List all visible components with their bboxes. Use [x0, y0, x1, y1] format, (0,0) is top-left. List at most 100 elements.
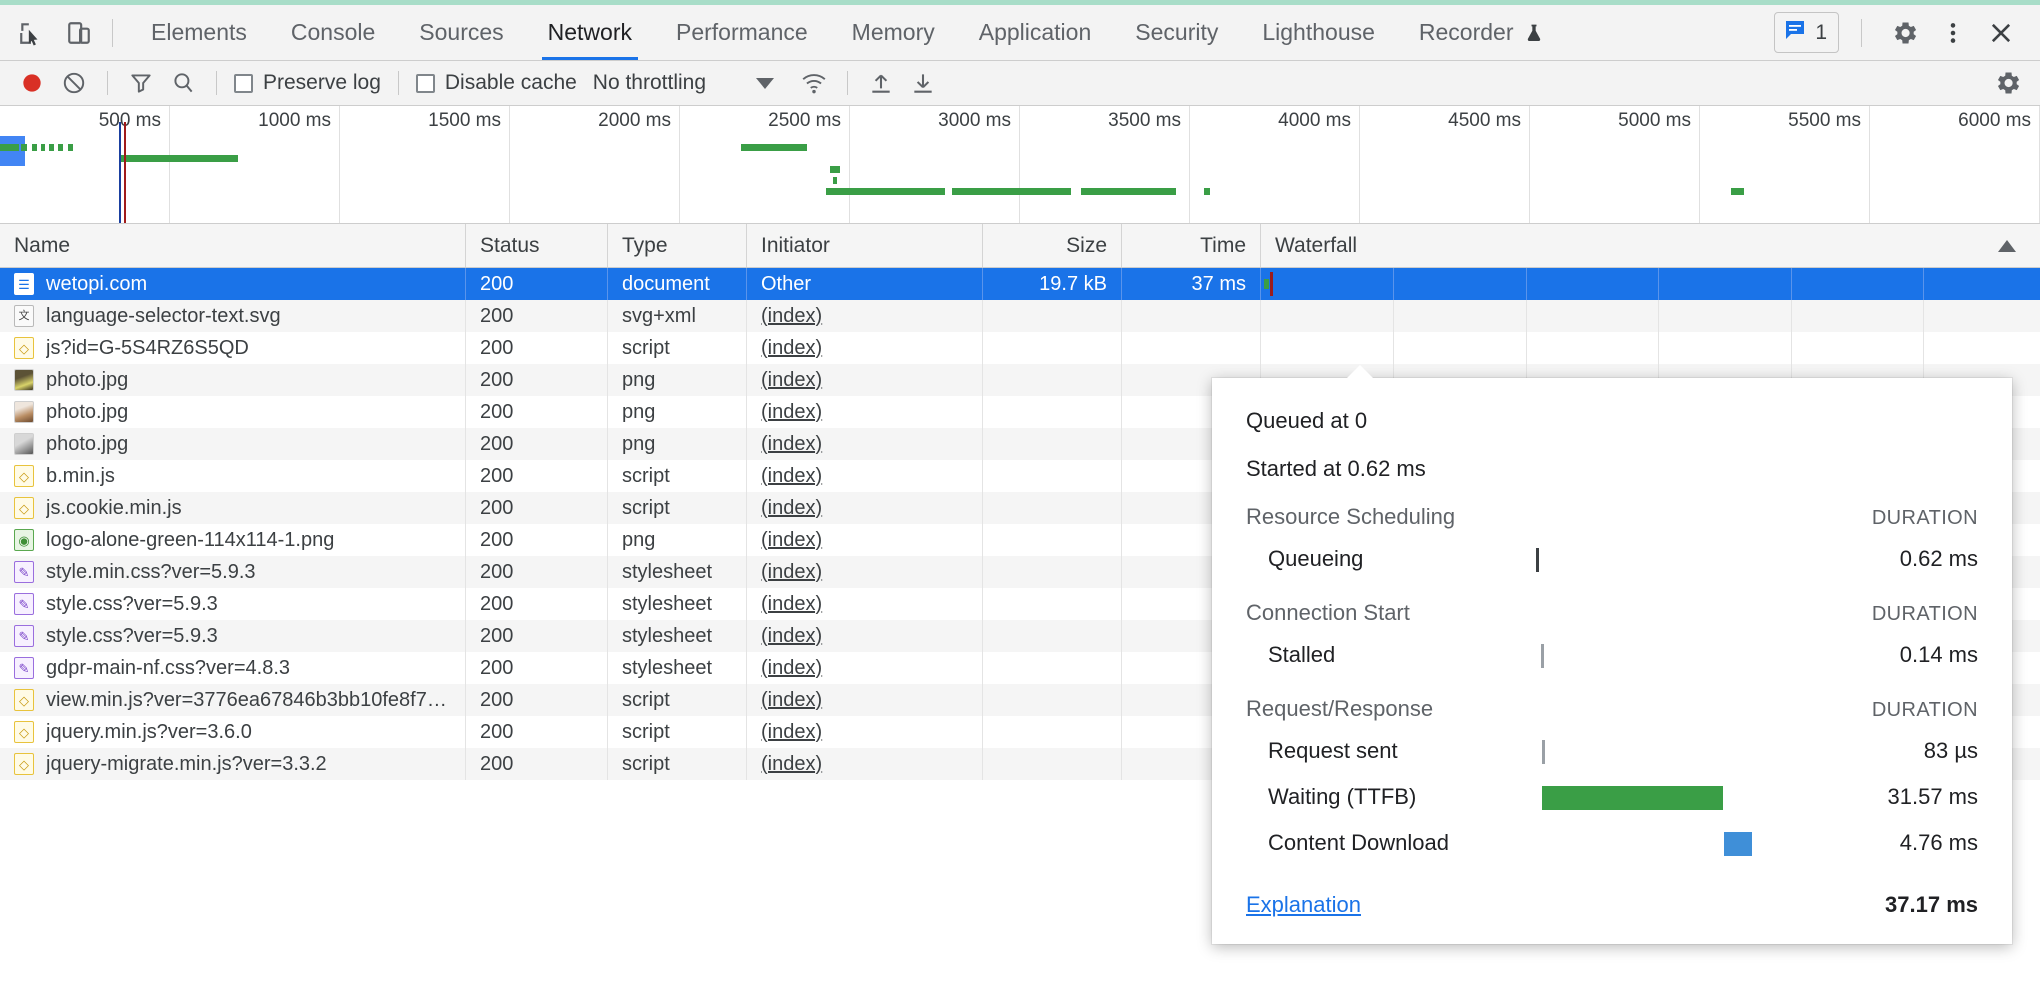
- tab-application[interactable]: Application: [957, 5, 1114, 60]
- network-overview-timeline[interactable]: 500 ms1000 ms1500 ms2000 ms2500 ms3000 m…: [0, 106, 2040, 224]
- cell-initiator[interactable]: (index): [747, 300, 983, 332]
- network-settings-gear-icon[interactable]: [1988, 65, 2028, 101]
- disable-cache-label: Disable cache: [445, 71, 577, 95]
- cell-initiator[interactable]: (index): [747, 748, 983, 780]
- cell-initiator[interactable]: (index): [747, 716, 983, 748]
- cell-initiator[interactable]: Other: [747, 268, 983, 300]
- column-header-name[interactable]: Name: [0, 224, 466, 267]
- network-toolbar-right: [1988, 65, 2028, 101]
- tabbar-divider: [1861, 19, 1862, 47]
- cell-initiator[interactable]: (index): [747, 332, 983, 364]
- cell-initiator-value: (index): [761, 497, 822, 520]
- messages-badge[interactable]: 1: [1774, 12, 1839, 53]
- toolbar-divider: [112, 19, 113, 47]
- column-header-size[interactable]: Size: [983, 224, 1122, 267]
- column-header-type[interactable]: Type: [608, 224, 747, 267]
- tab-security[interactable]: Security: [1113, 5, 1240, 60]
- cell-initiator[interactable]: (index): [747, 588, 983, 620]
- export-har-icon[interactable]: [903, 65, 943, 101]
- timing-phase-duration: 83 µs: [1828, 738, 1978, 764]
- waterfall-gridline: [1923, 300, 1924, 332]
- inspect-cursor-icon[interactable]: [14, 16, 48, 50]
- explanation-link[interactable]: Explanation: [1246, 892, 1361, 918]
- toolbar-divider: [847, 71, 848, 95]
- cell-time: 37 ms: [1122, 268, 1261, 300]
- column-header-initiator[interactable]: Initiator: [747, 224, 983, 267]
- timing-group: Resource SchedulingDURATIONQueueing0.62 …: [1246, 504, 1978, 582]
- table-row[interactable]: ◇js?id=G-5S4RZ6S5QD200script(index): [0, 332, 2040, 364]
- cell-type-value: stylesheet: [622, 625, 712, 648]
- tab-sources[interactable]: Sources: [397, 5, 525, 60]
- table-row[interactable]: ☰wetopi.com200documentOther19.7 kB37 ms: [0, 268, 2040, 300]
- network-conditions-icon[interactable]: [794, 65, 834, 101]
- cell-status: 200: [466, 428, 608, 460]
- device-toolbar-icon[interactable]: [62, 16, 96, 50]
- message-icon: [1783, 18, 1807, 47]
- cell-status-value: 200: [480, 625, 513, 648]
- tab-memory[interactable]: Memory: [830, 5, 957, 60]
- tab-elements[interactable]: Elements: [129, 5, 269, 60]
- cell-initiator[interactable]: (index): [747, 556, 983, 588]
- cell-initiator[interactable]: (index): [747, 460, 983, 492]
- column-header-status[interactable]: Status: [466, 224, 608, 267]
- cell-initiator[interactable]: (index): [747, 396, 983, 428]
- waterfall-gridline: [1658, 268, 1659, 300]
- cell-size: [983, 716, 1122, 748]
- tab-label: Sources: [419, 19, 503, 46]
- cell-initiator[interactable]: (index): [747, 492, 983, 524]
- throttling-dropdown[interactable]: No throttling: [593, 71, 774, 95]
- tab-lighthouse[interactable]: Lighthouse: [1240, 5, 1397, 60]
- search-icon[interactable]: [163, 65, 203, 101]
- tab-network[interactable]: Network: [526, 5, 654, 60]
- timing-bar-track: [1536, 641, 1828, 669]
- chevron-down-icon: [756, 78, 774, 89]
- duration-column-header: DURATION: [1872, 699, 1978, 722]
- cell-initiator[interactable]: (index): [747, 428, 983, 460]
- timing-group-header: Connection StartDURATION: [1246, 600, 1978, 626]
- clear-icon[interactable]: [54, 65, 94, 101]
- cell-initiator-value: (index): [761, 465, 822, 488]
- tab-performance[interactable]: Performance: [654, 5, 830, 60]
- disable-cache-checkbox[interactable]: Disable cache: [412, 71, 581, 95]
- cell-status: 200: [466, 684, 608, 716]
- overview-request-bar: [830, 166, 840, 173]
- cell-type: png: [608, 364, 747, 396]
- tab-label: Lighthouse: [1262, 19, 1375, 46]
- cell-initiator[interactable]: (index): [747, 524, 983, 556]
- gear-icon[interactable]: [1884, 12, 1926, 54]
- column-header-time[interactable]: Time: [1122, 224, 1261, 267]
- cell-initiator-value: (index): [761, 337, 822, 360]
- timing-bar: [1541, 644, 1544, 668]
- timeline-tick-label: 3500 ms: [1108, 110, 1181, 132]
- cell-type: script: [608, 684, 747, 716]
- cell-initiator-value: Other: [761, 273, 811, 296]
- import-har-icon[interactable]: [861, 65, 901, 101]
- cell-status-value: 200: [480, 305, 513, 328]
- image-thumbnail-icon: [14, 433, 34, 455]
- cell-initiator[interactable]: (index): [747, 684, 983, 716]
- timing-group: Connection StartDURATIONStalled0.14 ms: [1246, 600, 1978, 678]
- overview-request-bar: [741, 144, 807, 151]
- close-icon[interactable]: [1980, 12, 2022, 54]
- duration-column-header: DURATION: [1872, 603, 1978, 626]
- timing-group-header: Request/ResponseDURATION: [1246, 696, 1978, 722]
- table-row[interactable]: 文language-selector-text.svg200svg+xml(in…: [0, 300, 2040, 332]
- cell-initiator[interactable]: (index): [747, 620, 983, 652]
- overview-request-bar: [1204, 188, 1211, 195]
- devtools-tab-bar: Elements Console Sources Network Perform…: [0, 5, 2040, 61]
- tab-label: Performance: [676, 19, 808, 46]
- tab-console[interactable]: Console: [269, 5, 397, 60]
- cell-initiator[interactable]: (index): [747, 652, 983, 684]
- cell-status: 200: [466, 396, 608, 428]
- record-button-icon[interactable]: [12, 65, 52, 101]
- column-header-label: Initiator: [761, 234, 830, 258]
- cell-status: 200: [466, 364, 608, 396]
- preserve-log-checkbox[interactable]: Preserve log: [230, 71, 385, 95]
- timing-phase-duration: 31.57 ms: [1828, 784, 1978, 810]
- cell-initiator[interactable]: (index): [747, 364, 983, 396]
- tab-recorder[interactable]: Recorder: [1397, 5, 1566, 60]
- kebab-menu-icon[interactable]: [1932, 12, 1974, 54]
- column-header-waterfall[interactable]: Waterfall: [1261, 224, 2040, 267]
- timeline-tick: 2000 ms: [510, 106, 680, 224]
- filter-funnel-icon[interactable]: [121, 65, 161, 101]
